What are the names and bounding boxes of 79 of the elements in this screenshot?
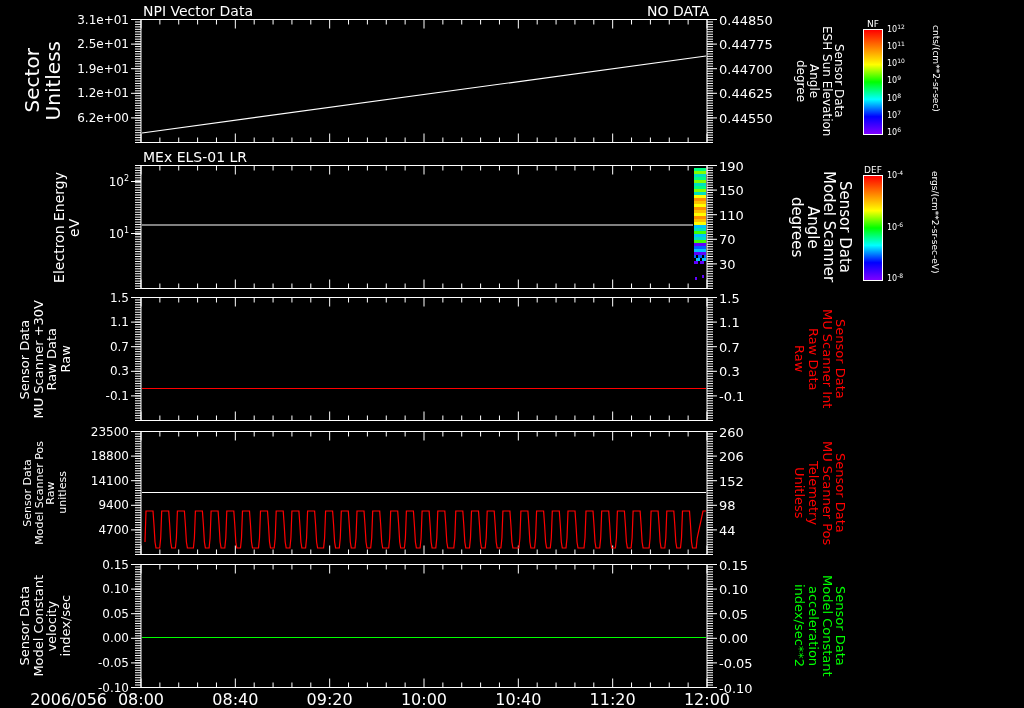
tick-label: 0.00 [719,631,748,647]
colorbar-tick-label: 10$^{6}$ [887,127,902,137]
tick-label: 0.05 [719,606,748,622]
tick-label: 9400 [98,498,129,513]
tick-label: 6.2e+00 [77,110,129,125]
tick-label: 0.3 [719,364,740,380]
tick-label: 150 [719,183,744,199]
colorbar-tick-label: 10$^{-4}$ [887,171,904,180]
axis-label: Sensor Data MU Scanner Pos Telemetry Unitless [792,440,848,546]
tick-label: 0.7 [109,339,129,354]
plot-title: NPI Vector Data [143,3,253,19]
tick-label: 0.10 [719,582,748,598]
tick-label: 0.7 [719,339,740,355]
tick-label: 4700 [98,522,129,537]
tick-label: 206 [719,449,744,465]
tick-label: 152 [719,473,744,489]
tick-label: 0.44700 [719,61,773,77]
tick-label: 260 [719,424,744,440]
tick-label: 2.5e+01 [77,37,129,52]
tick-label: 1.1 [719,315,740,331]
colorbar-units: ergs/(cm**2-sr-sec-eV) [928,171,941,274]
time-tick-label: 08:40 [212,690,259,708]
colorbar-tick-label: 10$^{-6}$ [887,222,904,232]
tick-label: 10$^{2}$ [108,173,129,189]
colorbar-title: NF [867,19,879,29]
tick-label: 30 [719,256,736,272]
colorbar-tick-label: 10$^{7}$ [887,110,902,120]
axis-label: Sensor Data Model Constant velocity index/sec [17,575,73,677]
axis-label: Sensor Data ESH Sun Elevation Angle degree [794,25,846,137]
tick-label: 0.00 [102,631,129,646]
colorbar-units: cnts/(cm**2-sr-sec) [930,25,943,112]
time-tick-label: 10:00 [400,690,448,708]
tick-label: 1.5 [109,290,129,305]
axis-label: Sensor Data Model Constant acceleration index/sec**2 [792,575,848,677]
tick-label: 0.44625 [719,86,773,102]
axis-label: Sensor Data Model Scanner Angle degrees [788,171,852,283]
tick-label: 1.5 [719,290,740,306]
tick-label: 0.44850 [719,12,773,28]
tick-label: 14100 [90,473,129,488]
tick-label: 0.15 [719,557,748,573]
axis-label: Sensor Data MU Scanner Int Raw Data Raw [792,309,848,409]
tick-label: 0.3 [109,364,129,379]
tick-label: 23500 [90,424,129,439]
colorbar-tick-label: 10$^{12}$ [887,25,905,34]
tick-label: 0.05 [102,606,129,621]
tick-label: 0.44550 [719,110,773,126]
tick-label: 0.10 [102,582,129,597]
colorbar-title: DEF [864,165,882,175]
tick-label: 98 [719,498,736,514]
tick-label: 0.15 [102,557,129,572]
colorbar-tick-label: 10$^{11}$ [887,42,905,52]
plot-title: MEx ELS-01 LR [143,149,248,165]
tick-label: 18800 [90,449,129,464]
axis-label: Sensor Data Model Scanner Pos Raw unitless [21,441,69,545]
tick-label: 70 [719,232,736,248]
tick-label: -0.1 [105,388,129,403]
colorbar-tick-label: 10$^{-8}$ [887,274,904,283]
tick-label: 1.9e+01 [77,61,129,76]
tick-label: -0.05 [719,655,753,671]
tick-label: 190 [719,158,744,174]
tick-label: -0.1 [719,388,745,404]
tick-label: -0.05 [97,655,129,670]
colorbar-tick-label: 10$^{10}$ [887,59,905,69]
time-tick-label: 09:20 [306,690,353,708]
axis-label: Sector Unitless [22,41,64,121]
axis-label: Electron Energy eV [52,171,82,283]
tick-label: 1.1 [109,315,129,330]
tick-label: 1.2e+01 [77,86,129,101]
status-text: NO DATA [647,3,709,19]
time-tick-label: 11:20 [589,690,636,708]
tick-label: 0.44775 [719,37,773,53]
colorbar-tick-label: 10$^{9}$ [887,76,902,86]
tick-label: 3.1e+01 [77,12,129,27]
axis-label: Sensor Data MU Scanner +30V Raw Data Raw [17,299,73,419]
tick-label: 10$^{1}$ [108,225,129,241]
time-tick-label: 10:40 [495,690,542,708]
tick-label: 110 [719,207,744,223]
tick-label: 44 [719,522,736,538]
colorbar-tick-label: 10$^{8}$ [887,93,902,103]
